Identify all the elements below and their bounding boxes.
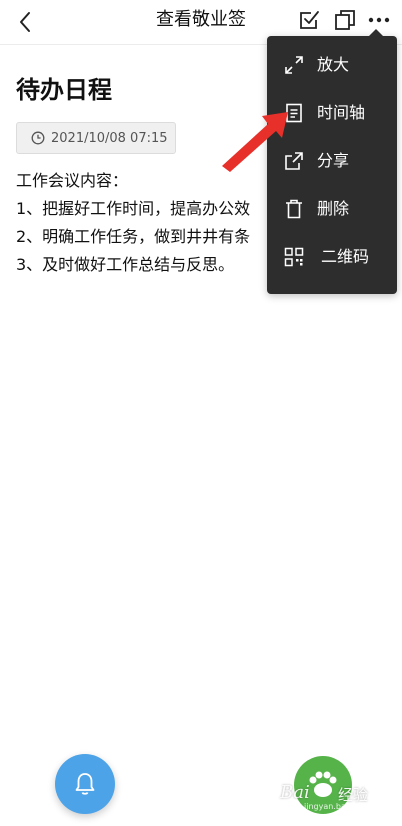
menu-item-label: 时间轴	[317, 103, 366, 122]
checkbox-edit-icon	[300, 11, 319, 29]
paw-icon	[309, 771, 337, 797]
copy-icon	[335, 10, 355, 30]
menu-item-label: 删除	[317, 199, 350, 218]
menu-item-timeline[interactable]: 时间轴	[267, 90, 397, 138]
back-button[interactable]	[12, 8, 40, 36]
green-action-button[interactable]	[294, 756, 352, 814]
copy-button[interactable]	[332, 7, 358, 33]
trash-icon	[286, 199, 302, 219]
chevron-left-icon	[20, 12, 30, 32]
timestamp-badge: 2021/10/08 07:15	[16, 122, 176, 154]
note-line: 3、及时做好工作总结与反思。	[16, 255, 235, 274]
menu-item-label: 二维码	[321, 247, 370, 266]
qrcode-icon	[284, 247, 304, 267]
menu-item-delete[interactable]: 删除	[267, 186, 397, 234]
note-title: 待办日程	[16, 76, 112, 104]
bell-icon	[75, 773, 95, 795]
document-icon	[286, 103, 302, 123]
clock-icon	[31, 131, 45, 145]
note-line: 2、明确工作任务，做到井井有条	[16, 227, 251, 246]
reminder-button[interactable]	[55, 754, 115, 814]
menu-item-share[interactable]: 分享	[267, 138, 397, 186]
edit-checkbox-button[interactable]	[296, 7, 322, 33]
note-line: 工作会议内容：	[16, 171, 129, 190]
more-menu: 放大 时间轴 分享 删除 二维码	[267, 29, 397, 294]
menu-item-label: 放大	[317, 55, 350, 74]
note-line: 1、把握好工作时间，提高办公效	[16, 199, 251, 218]
menu-item-label: 分享	[317, 151, 350, 170]
timestamp-text: 2021/10/08 07:15	[51, 131, 168, 146]
menu-item-zoom[interactable]: 放大	[267, 42, 397, 90]
menu-item-qrcode[interactable]: 二维码	[267, 234, 397, 282]
share-icon	[285, 152, 303, 170]
expand-icon	[285, 56, 303, 74]
